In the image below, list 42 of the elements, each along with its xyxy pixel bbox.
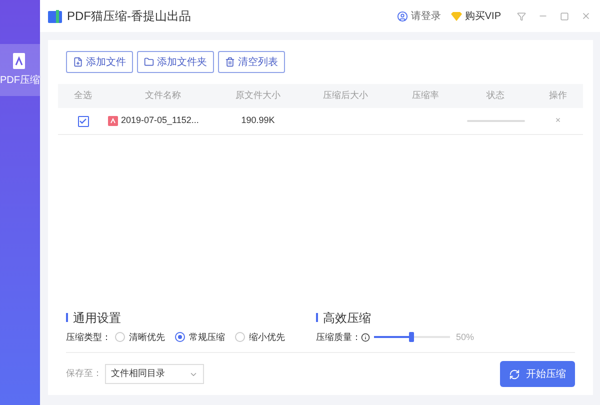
quality-value: 50% xyxy=(456,330,474,344)
user-icon xyxy=(396,10,408,22)
quality-label: 压缩质量： xyxy=(316,330,361,344)
column-header: 压缩率 xyxy=(411,89,440,102)
start-button[interactable]: 开始压缩 xyxy=(500,361,575,387)
folder-icon xyxy=(48,10,62,22)
column-header: 全选 xyxy=(73,89,93,102)
refresh-icon xyxy=(509,368,520,380)
toolbar-button[interactable]: 添加文件 xyxy=(66,51,133,73)
slider-thumb[interactable] xyxy=(409,332,414,342)
checkbox[interactable] xyxy=(78,116,88,126)
sidebar-item[interactable]: PDF压缩 xyxy=(0,44,40,96)
maximize-icon[interactable] xyxy=(560,12,569,20)
vip-link[interactable]: 购买VIP xyxy=(450,8,501,24)
file-size: 190.99K xyxy=(240,114,276,128)
check-icon xyxy=(79,118,87,124)
pdf-file-icon xyxy=(12,52,28,70)
column-header: 原文件大小 xyxy=(234,89,282,102)
toolbar-icon xyxy=(73,57,83,67)
radio-option[interactable]: 常规压缩 xyxy=(175,330,225,344)
save-label: 保存至： xyxy=(66,367,102,380)
column-header: 操作 xyxy=(548,89,568,102)
login-link[interactable]: 请登录 xyxy=(396,8,441,24)
radio-option[interactable]: 缩小优先 xyxy=(235,330,285,344)
compression-type-label: 压缩类型： xyxy=(66,330,111,344)
column-header: 文件名称 xyxy=(144,89,182,102)
toolbar-button[interactable]: 添加文件夹 xyxy=(137,51,214,73)
diamond-icon xyxy=(450,12,462,20)
column-header: 状态 xyxy=(486,89,506,102)
toolbar-button[interactable]: 清空列表 xyxy=(218,51,285,73)
save-location-dropdown[interactable]: 文件相同目录 xyxy=(105,364,204,384)
close-icon[interactable] xyxy=(581,11,591,21)
file-name: 2019-07-05_1152... xyxy=(121,114,199,128)
column-header: 压缩后大小 xyxy=(322,89,369,102)
section-title: 通用设置 xyxy=(73,310,121,326)
section-title: 高效压缩 xyxy=(323,310,371,326)
toolbar-icon xyxy=(144,57,154,67)
radio-option[interactable]: 清晰优先 xyxy=(115,330,165,344)
window-title: PDF猫压缩-香提山出品 xyxy=(67,8,191,25)
toolbar-icon xyxy=(225,57,235,67)
info-icon[interactable] xyxy=(361,332,370,342)
pdf-file-icon xyxy=(108,116,118,126)
